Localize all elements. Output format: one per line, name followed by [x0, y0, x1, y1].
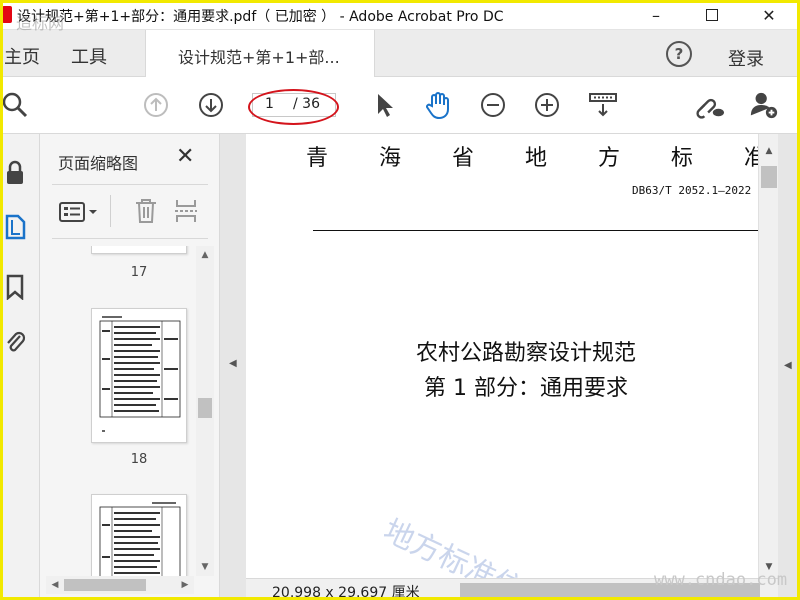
minimize-button[interactable]: –	[633, 0, 679, 30]
hand-icon[interactable]	[423, 90, 453, 120]
heading-char: 准	[743, 146, 758, 171]
attachment-icon[interactable]	[0, 324, 30, 358]
page-up-icon[interactable]	[141, 90, 171, 120]
zoom-in-icon[interactable]	[532, 90, 562, 120]
select-arrow-icon[interactable]	[369, 90, 399, 120]
standard-code: DB63/T 2052.1—2022	[632, 184, 752, 197]
pdf-page: 青 海 省 地 方 标 准 DB63/T 2052.1—2022 农村公路勘察设…	[246, 134, 758, 578]
document-watermark: 地方标准信	[377, 513, 529, 578]
panel-divider	[52, 238, 208, 239]
heading-char: 标	[670, 146, 693, 171]
login-button[interactable]: 登录	[728, 45, 764, 71]
site-watermark: www.cndao.com	[654, 570, 788, 590]
expand-right-arrow-icon[interactable]: ◀	[784, 360, 792, 371]
help-button[interactable]: ?	[666, 41, 692, 67]
close-window-button[interactable]: ✕	[746, 0, 792, 30]
scroll-down-arrow[interactable]: ▼	[196, 558, 214, 576]
scroll-right-arrow[interactable]: ▶	[176, 576, 194, 594]
heading-char: 地	[524, 146, 547, 171]
bookmark-icon[interactable]	[0, 270, 30, 304]
page-size-label: 20.998 x 29.697 厘米	[272, 585, 420, 600]
search-icon[interactable]	[0, 90, 30, 120]
thumbnail-horizontal-scrollbar[interactable]: ◀ ▶	[46, 576, 194, 594]
thumbnail-panel: 页面缩略图 ✕ 17 18 ▲ ▼ ◀ ▶	[40, 134, 220, 600]
navigation-pane-strip	[0, 134, 40, 600]
tab-home[interactable]: 主页	[4, 43, 40, 69]
heading-char: 省	[451, 146, 474, 171]
thumbnail-tools	[40, 185, 220, 239]
scroll-up-arrow[interactable]: ▲	[196, 246, 214, 264]
header-rule	[313, 230, 758, 231]
heading-char: 方	[597, 146, 620, 171]
page-thumbnails-icon[interactable]	[0, 210, 30, 244]
tab-document[interactable]: 设计规范+第+1+部...	[145, 30, 375, 77]
thumbnail-panel-title: 页面缩略图	[58, 154, 139, 173]
logo-watermark: 造标网	[16, 14, 65, 33]
province-standard-heading: 青 海 省 地 方 标 准	[306, 140, 758, 172]
maximize-icon	[706, 9, 718, 21]
thumbnail-label: 17	[130, 265, 148, 280]
window-title: 设计规范+第+1+部分：通用要求.pdf（ 已加密 ） - Adobe Acro…	[17, 9, 504, 25]
tab-bar: 主页 工具 设计规范+第+1+部... ? 登录	[0, 30, 800, 77]
options-menu-icon[interactable]	[58, 200, 102, 228]
document-subtitle: 第 1 部分：通用要求	[424, 376, 628, 401]
thumbnail-page-17[interactable]	[91, 246, 187, 254]
scrollbar-thumb[interactable]	[761, 166, 777, 188]
page-number-highlight	[248, 89, 339, 125]
scrollbar-thumb[interactable]	[64, 579, 146, 591]
tab-tools[interactable]: 工具	[71, 43, 107, 69]
panel-collapse-bar[interactable]: ◀	[220, 134, 246, 600]
title-bar: 设计规范+第+1+部分：通用要求.pdf（ 已加密 ） - Adobe Acro…	[0, 0, 800, 30]
toolbar-divider	[110, 195, 111, 227]
scrollbar-thumb[interactable]	[198, 398, 212, 418]
add-user-icon[interactable]	[749, 90, 779, 120]
document-view[interactable]: 青 海 省 地 方 标 准 DB63/T 2052.1—2022 农村公路勘察设…	[246, 134, 758, 578]
right-panel-toggle[interactable]: ◀	[778, 134, 800, 600]
toolbar: 1 / 36	[0, 77, 800, 134]
collapse-left-arrow-icon[interactable]: ◀	[229, 358, 237, 369]
page-down-icon[interactable]	[196, 90, 226, 120]
thumbnail-vertical-scrollbar[interactable]: ▲ ▼	[196, 246, 214, 576]
document-tab-label: 设计规范+第+1+部...	[178, 48, 340, 67]
scroll-up-arrow[interactable]: ▲	[759, 142, 779, 160]
page-layout-icon[interactable]	[587, 90, 619, 120]
thumbnail-page-18[interactable]	[91, 308, 187, 443]
heading-char: 青	[306, 146, 329, 171]
close-panel-button[interactable]: ✕	[176, 144, 194, 169]
delete-page-icon[interactable]	[133, 197, 159, 229]
document-title: 农村公路勘察设计规范	[415, 341, 636, 366]
heading-char: 海	[378, 146, 401, 171]
split-page-icon[interactable]	[173, 197, 199, 229]
maximize-button[interactable]	[689, 0, 735, 30]
lock-icon[interactable]	[0, 156, 30, 190]
document-vertical-scrollbar[interactable]: ▲ ▼	[758, 134, 778, 578]
link-cloud-icon[interactable]	[695, 90, 725, 120]
thumbnail-page-19[interactable]	[91, 494, 187, 576]
thumbnail-label: 18	[130, 452, 148, 467]
zoom-out-icon[interactable]	[478, 90, 508, 120]
acrobat-app-icon	[2, 6, 12, 23]
thumbnail-list: 17 18	[40, 246, 198, 576]
scroll-left-arrow[interactable]: ◀	[46, 576, 64, 594]
